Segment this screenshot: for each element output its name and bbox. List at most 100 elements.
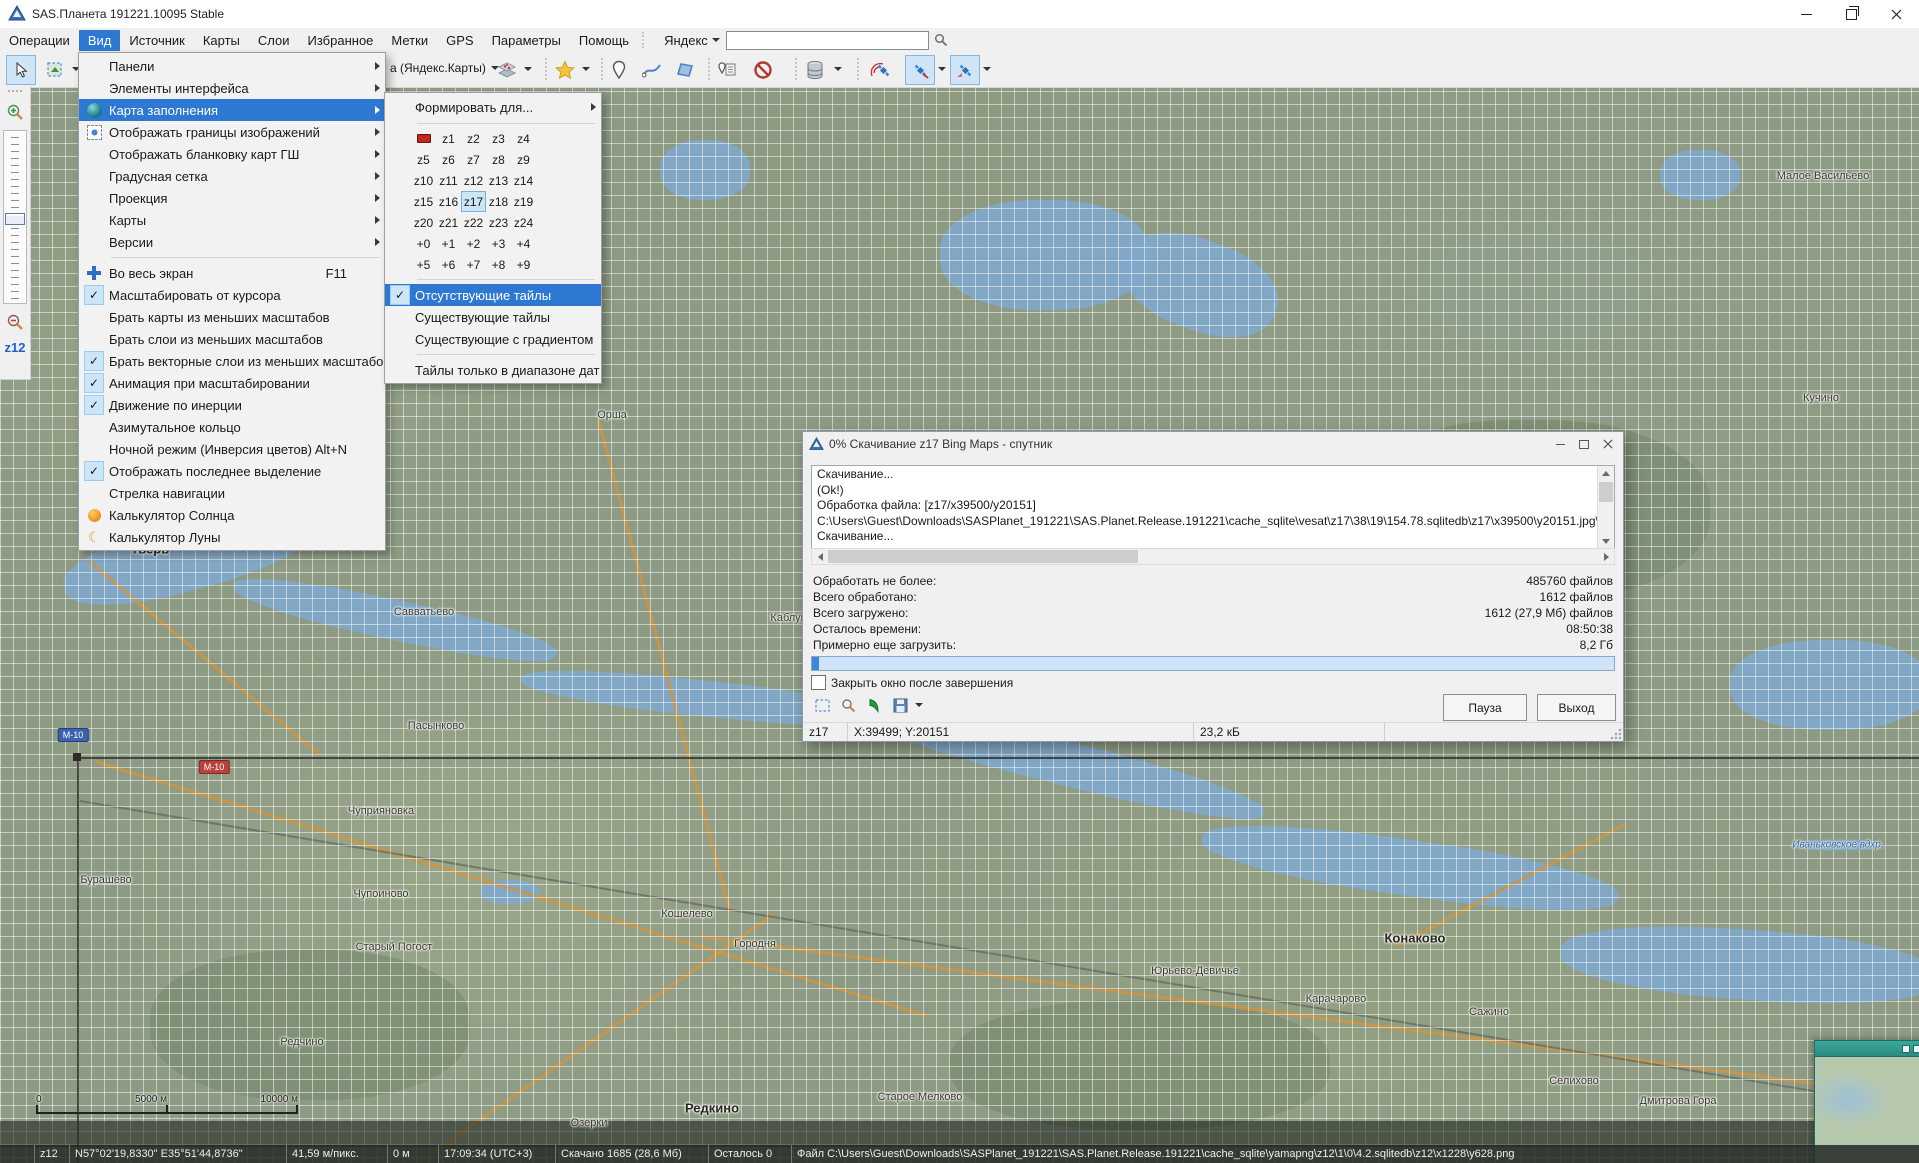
- chevron-down-icon[interactable]: [983, 67, 991, 71]
- log-vscrollbar[interactable]: [1597, 466, 1614, 549]
- fill-zoom-cell[interactable]: z23: [486, 212, 511, 233]
- search-input[interactable]: [726, 31, 929, 50]
- fill-menu-item[interactable]: Отсутствующие тайлы: [385, 284, 601, 306]
- hide-marks-button[interactable]: [748, 55, 778, 85]
- view-menu-item[interactable]: Брать карты из меньших масштабов: [79, 306, 385, 328]
- fill-zoom-cell[interactable]: z1: [436, 128, 461, 149]
- view-menu-item[interactable]: Отображать бланковку карт ГШ: [79, 143, 385, 165]
- selection-corner-handle[interactable]: [73, 753, 81, 761]
- chevron-down-icon[interactable]: [582, 67, 590, 71]
- start-button[interactable]: [863, 694, 885, 716]
- menubar-item[interactable]: Параметры: [483, 30, 570, 51]
- layers-button[interactable]: [492, 55, 522, 85]
- view-menu-item[interactable]: Азимутальное кольцо: [79, 416, 385, 438]
- favorites-button[interactable]: [550, 55, 580, 85]
- fill-zoom-cell[interactable]: z2: [461, 128, 486, 149]
- scroll-thumb[interactable]: [828, 550, 1138, 563]
- view-menu-item[interactable]: Отображать границы изображений: [79, 121, 385, 143]
- chevron-down-icon[interactable]: [524, 67, 532, 71]
- fill-menu-item[interactable]: [385, 350, 601, 359]
- fill-zoom-cell[interactable]: z20: [411, 212, 436, 233]
- map-type-combo[interactable]: а (Яндекс.Карты): [390, 61, 499, 75]
- menubar-item[interactable]: Источник: [120, 30, 194, 51]
- fill-menu-item[interactable]: Тайлы только в диапазоне дат: [385, 359, 601, 381]
- fill-zoom-cell[interactable]: +0: [411, 233, 436, 254]
- exit-button[interactable]: Выход: [1537, 694, 1616, 721]
- add-placemark-button[interactable]: [604, 55, 634, 85]
- pointer-tool-button[interactable]: [6, 55, 36, 85]
- fill-menu-item[interactable]: Существующие с градиентом: [385, 328, 601, 350]
- view-menu-item[interactable]: Ночной режим (Инверсия цветов) Alt+N: [79, 438, 385, 460]
- fill-menu-header[interactable]: Формировать для...: [385, 95, 601, 119]
- mini-map-titlebar[interactable]: [1815, 1041, 1919, 1056]
- dialog-minimize-icon[interactable]: [1556, 444, 1565, 445]
- fill-zoom-cell[interactable]: +1: [436, 233, 461, 254]
- chevron-down-icon[interactable]: [834, 67, 842, 71]
- zoom-slider[interactable]: [3, 130, 27, 304]
- fill-zoom-cell[interactable]: z22: [461, 212, 486, 233]
- dialog-maximize-icon[interactable]: [1579, 440, 1589, 449]
- close-button[interactable]: [1874, 0, 1919, 28]
- select-region-button[interactable]: [811, 694, 833, 716]
- menubar-item[interactable]: Помощь: [570, 30, 638, 51]
- fill-menu-item[interactable]: Существующие тайлы: [385, 306, 601, 328]
- goto-region-button[interactable]: [837, 694, 859, 716]
- zoom-out-button[interactable]: [3, 310, 27, 334]
- fill-zoom-cell[interactable]: +9: [511, 254, 536, 275]
- search-engine-combo[interactable]: Яндекс: [658, 33, 726, 48]
- fill-zoom-cell[interactable]: z3: [486, 128, 511, 149]
- fill-zoom-cell[interactable]: z17: [461, 191, 486, 212]
- view-menu-item[interactable]: Стрелка навигации: [79, 482, 385, 504]
- fill-zoom-cell[interactable]: +6: [436, 254, 461, 275]
- view-menu-item[interactable]: Калькулятор Луны: [79, 526, 385, 548]
- view-menu-item[interactable]: Во весь экран F11: [79, 262, 385, 284]
- save-session-button[interactable]: [889, 694, 911, 716]
- fill-zoom-cell[interactable]: z16: [436, 191, 461, 212]
- gps-follow-button[interactable]: [950, 55, 980, 85]
- view-menu-item[interactable]: Движение по инерции: [79, 394, 385, 416]
- gps-track-button[interactable]: [905, 55, 935, 85]
- fill-zoom-cell[interactable]: z12: [461, 170, 486, 191]
- menubar-item[interactable]: Операции: [0, 30, 79, 51]
- fill-zoom-cell[interactable]: +3: [486, 233, 511, 254]
- view-menu-item[interactable]: Отображать последнее выделение: [79, 460, 385, 482]
- close-after-finish-checkbox[interactable]: [811, 675, 826, 690]
- zoom-in-button[interactable]: [3, 100, 27, 124]
- dialog-close-icon[interactable]: [1603, 439, 1613, 449]
- fill-zoom-cell[interactable]: z13: [486, 170, 511, 191]
- fill-zoom-cell[interactable]: z8: [486, 149, 511, 170]
- view-menu-item[interactable]: Брать векторные слои из меньших масштабо…: [79, 350, 385, 372]
- menubar-item[interactable]: Избранное: [299, 30, 383, 51]
- scroll-up-button[interactable]: [1598, 466, 1614, 481]
- menubar-item[interactable]: Метки: [382, 30, 437, 51]
- fill-zoom-cell[interactable]: +7: [461, 254, 486, 275]
- zoom-slider-handle[interactable]: [5, 213, 25, 225]
- restore-button[interactable]: [1829, 0, 1874, 28]
- titlebar[interactable]: SAS.Планета 191221.10095 Stable: [0, 0, 1919, 29]
- fill-zoom-cell[interactable]: +4: [511, 233, 536, 254]
- view-menu-item[interactable]: Брать слои из меньших масштабов: [79, 328, 385, 350]
- chevron-down-icon[interactable]: [938, 67, 946, 71]
- minimize-button[interactable]: [1784, 0, 1829, 28]
- view-menu-item[interactable]: Карты: [79, 209, 385, 231]
- add-polygon-button[interactable]: [670, 55, 700, 85]
- fill-zoom-cell[interactable]: z14: [511, 170, 536, 191]
- fill-zoom-cell[interactable]: z10: [411, 170, 436, 191]
- fill-zoom-cell[interactable]: z4: [511, 128, 536, 149]
- log-hscrollbar[interactable]: [811, 548, 1615, 565]
- selection-manager-button[interactable]: [40, 55, 70, 85]
- view-menu-item[interactable]: Масштабировать от курсора: [79, 284, 385, 306]
- view-menu-item[interactable]: Версии: [79, 231, 385, 253]
- menubar-item[interactable]: Карты: [194, 30, 249, 51]
- fill-zoom-cell[interactable]: z18: [486, 191, 511, 212]
- scroll-thumb[interactable]: [1599, 482, 1613, 502]
- gps-connect-button[interactable]: [866, 55, 896, 85]
- dialog-titlebar[interactable]: 0% Скачивание z17 Bing Maps - спутник: [803, 432, 1623, 456]
- placemark-manager-button[interactable]: [712, 55, 742, 85]
- fill-zoom-cell[interactable]: z15: [411, 191, 436, 212]
- view-menu-item[interactable]: Карта заполнения: [79, 99, 385, 121]
- cache-mode-button[interactable]: [800, 55, 830, 85]
- fill-zoom-cell[interactable]: +5: [411, 254, 436, 275]
- fill-zoom-cell[interactable]: z7: [461, 149, 486, 170]
- scroll-down-button[interactable]: [1598, 534, 1614, 549]
